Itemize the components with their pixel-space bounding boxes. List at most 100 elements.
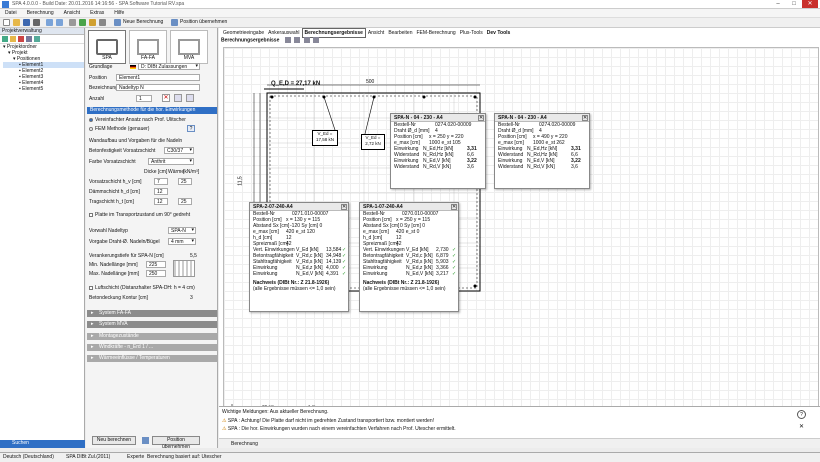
drawing-canvas[interactable]: Q_E,D = 27,17 kN 500 11,5 V_Ed = 17,58 kN… <box>223 47 819 423</box>
take-position-form-button[interactable]: Position übernehmen <box>152 436 200 450</box>
anzahl-input[interactable]: 1 <box>136 95 152 102</box>
anchor-popup-1[interactable]: SPA-N - 04 - 230 - A4 ✕ Bestell-Nr 0274.0… <box>390 113 486 189</box>
dim-top-label: 500 <box>366 79 375 85</box>
close-icon[interactable]: ✕ <box>802 0 818 8</box>
messages-header: Wichtige Meldungen: Aus aktueller Berech… <box>222 409 329 415</box>
close-icon[interactable]: ✕ <box>478 115 484 121</box>
close-icon[interactable]: ✕ <box>341 204 347 210</box>
copy-icon[interactable] <box>26 36 32 42</box>
section-wind[interactable]: Windkräfte - n_Erd 1 / ... <box>87 344 217 351</box>
new-calc-button[interactable]: Neue Berechnung <box>114 19 163 26</box>
grundlage-select[interactable]: D: DIBt Zulassungen <box>138 63 200 70</box>
help-circle-icon[interactable]: ? <box>797 410 806 419</box>
tab-berechnung[interactable]: Berechnung <box>231 441 258 447</box>
radio-fem[interactable]: FEM Methode (genauer) <box>89 126 149 132</box>
position-input[interactable]: Element1 <box>116 74 200 81</box>
anchor-popup-4[interactable]: SPA-1-07-240-A4 ✕ Bestell-Nr 0270.010-000… <box>359 202 459 312</box>
menu-extras[interactable]: Extras <box>85 9 109 17</box>
tab-mva[interactable]: MVA <box>170 30 208 64</box>
tab-anker[interactable]: Ankerauswahl <box>266 29 301 37</box>
add-row-icon[interactable] <box>174 94 182 102</box>
subtabs: Berechnungsergebnisse <box>221 37 319 43</box>
draht-select[interactable]: 4 mm <box>168 238 196 245</box>
menu-hilfe[interactable]: Hilfe <box>109 9 129 17</box>
close-icon[interactable]: ✕ <box>799 423 804 430</box>
waerme-unit: [kN/m³] <box>183 169 200 175</box>
add-icon[interactable] <box>2 36 8 42</box>
section-montage[interactable]: Montagezustände <box>87 333 217 340</box>
zoom-icon[interactable] <box>294 37 301 43</box>
section-mva[interactable]: System MVA <box>87 321 217 328</box>
force-tag-2[interactable]: V_Ed = 2,72 kN <box>361 134 385 150</box>
section-temperature[interactable]: Wärmeeinflüsse / Temperaturen <box>87 355 217 362</box>
max-label: Max. Nadellänge [mm] <box>89 271 140 277</box>
close-icon[interactable]: ✕ <box>582 115 588 121</box>
minimize-icon[interactable]: – <box>770 0 786 8</box>
refresh-icon[interactable] <box>34 36 40 42</box>
take-position-button[interactable]: Position übernehmen <box>171 19 227 26</box>
tab-dev-tools[interactable]: Dev Tools <box>485 29 513 37</box>
beton-select[interactable]: C30/37 <box>164 147 194 154</box>
calculator-icon <box>114 19 121 26</box>
help-icon[interactable] <box>79 19 86 26</box>
project-tools <box>0 35 84 44</box>
new-file-icon[interactable] <box>3 19 10 26</box>
max-length-input[interactable]: 250 <box>146 270 166 277</box>
ts-thickness-input[interactable]: 12 <box>154 198 168 205</box>
ts-label: Tragschicht h_t [cm] <box>89 199 134 205</box>
undo-icon[interactable] <box>46 19 53 26</box>
status-mode: Experte <box>127 454 145 460</box>
subtab-ergebnisse[interactable]: Berechnungsergebnisse <box>221 37 279 43</box>
delete-red-icon[interactable]: ✕ <box>162 94 170 102</box>
print-icon[interactable] <box>33 19 40 26</box>
view-icon[interactable] <box>284 37 291 43</box>
maximize-icon[interactable]: □ <box>786 0 802 8</box>
search-tab[interactable]: Suchen <box>0 440 85 448</box>
delete-icon[interactable] <box>18 36 24 42</box>
open-folder-icon[interactable] <box>13 19 20 26</box>
farbe-select[interactable]: Anthrit <box>148 158 194 165</box>
help-icon[interactable]: ? <box>187 125 195 132</box>
info-icon[interactable] <box>89 19 96 26</box>
section-fa-fa[interactable]: System FA-FA <box>87 310 217 317</box>
settings-icon[interactable] <box>69 19 76 26</box>
list-icon[interactable] <box>186 94 194 102</box>
tree-item[interactable]: ▪ Element5 <box>3 86 84 92</box>
close-icon[interactable]: ✕ <box>451 204 457 210</box>
anchor-popup-3[interactable]: SPA-2-07-240-A4 ✕ Bestell-Nr 0271.010-000… <box>249 202 349 312</box>
kontur-value[interactable]: 3 <box>190 295 193 301</box>
luft-checkbox[interactable]: Luftschicht (Distanzhalter SPA-DH: h = 4… <box>89 285 195 291</box>
tab-ansicht[interactable]: Ansicht <box>366 29 386 37</box>
vs-thickness-input[interactable]: 7 <box>154 178 168 185</box>
recalculate-button[interactable]: Neu berechnen <box>92 436 136 445</box>
force-tag-1[interactable]: V_Ed = 17,58 kN <box>312 130 338 146</box>
ts-weight-input[interactable]: 25 <box>178 198 192 205</box>
folder-icon[interactable] <box>10 36 16 42</box>
ds-thickness-input[interactable]: 12 <box>154 188 168 195</box>
save-icon[interactable] <box>23 19 30 26</box>
verank-value[interactable]: 5,5 <box>190 253 197 259</box>
vs-weight-input[interactable]: 25 <box>178 178 192 185</box>
menu-datei[interactable]: Datei <box>0 9 22 17</box>
german-flag-icon <box>130 65 136 69</box>
tab-plus-tools[interactable]: Plus-Tools <box>458 29 485 37</box>
tab-spa[interactable]: SPA <box>88 30 126 64</box>
tab-fem[interactable]: FEM-Berechnung <box>415 29 458 37</box>
tab-geometrie[interactable]: Geometrieeingabe <box>221 29 266 37</box>
export-icon[interactable] <box>312 37 319 43</box>
redo-icon[interactable] <box>56 19 63 26</box>
anchor-popup-2[interactable]: SPA-N - 04 - 230 - A4 ✕ Bestell-Nr 0274.0… <box>494 113 590 189</box>
print-small-icon[interactable] <box>303 37 310 43</box>
tab-fa-fa[interactable]: FA-FA <box>129 30 167 64</box>
menu-ansicht[interactable]: Ansicht <box>59 9 85 17</box>
tool-icon[interactable] <box>99 19 106 26</box>
nadeltyp-select[interactable]: SPA-N <box>168 227 196 234</box>
menu-berechnung[interactable]: Berechnung <box>22 9 59 17</box>
bezeichnung-input[interactable]: Nadeltyp N <box>116 84 200 91</box>
method-header[interactable]: Berechnungsmethode für die hor. Einwirku… <box>87 107 217 114</box>
platte-checkbox[interactable]: Platte im Transportzustand um 90° gedreh… <box>89 212 190 218</box>
tab-bearbeiten[interactable]: Bearbeiten <box>386 29 414 37</box>
radio-simplified[interactable]: Vereinfachter Ansatz nach Prof. Ulitsche… <box>89 117 186 123</box>
min-length-input[interactable]: 225 <box>146 261 166 268</box>
waerme-label: Wärme <box>168 169 185 175</box>
